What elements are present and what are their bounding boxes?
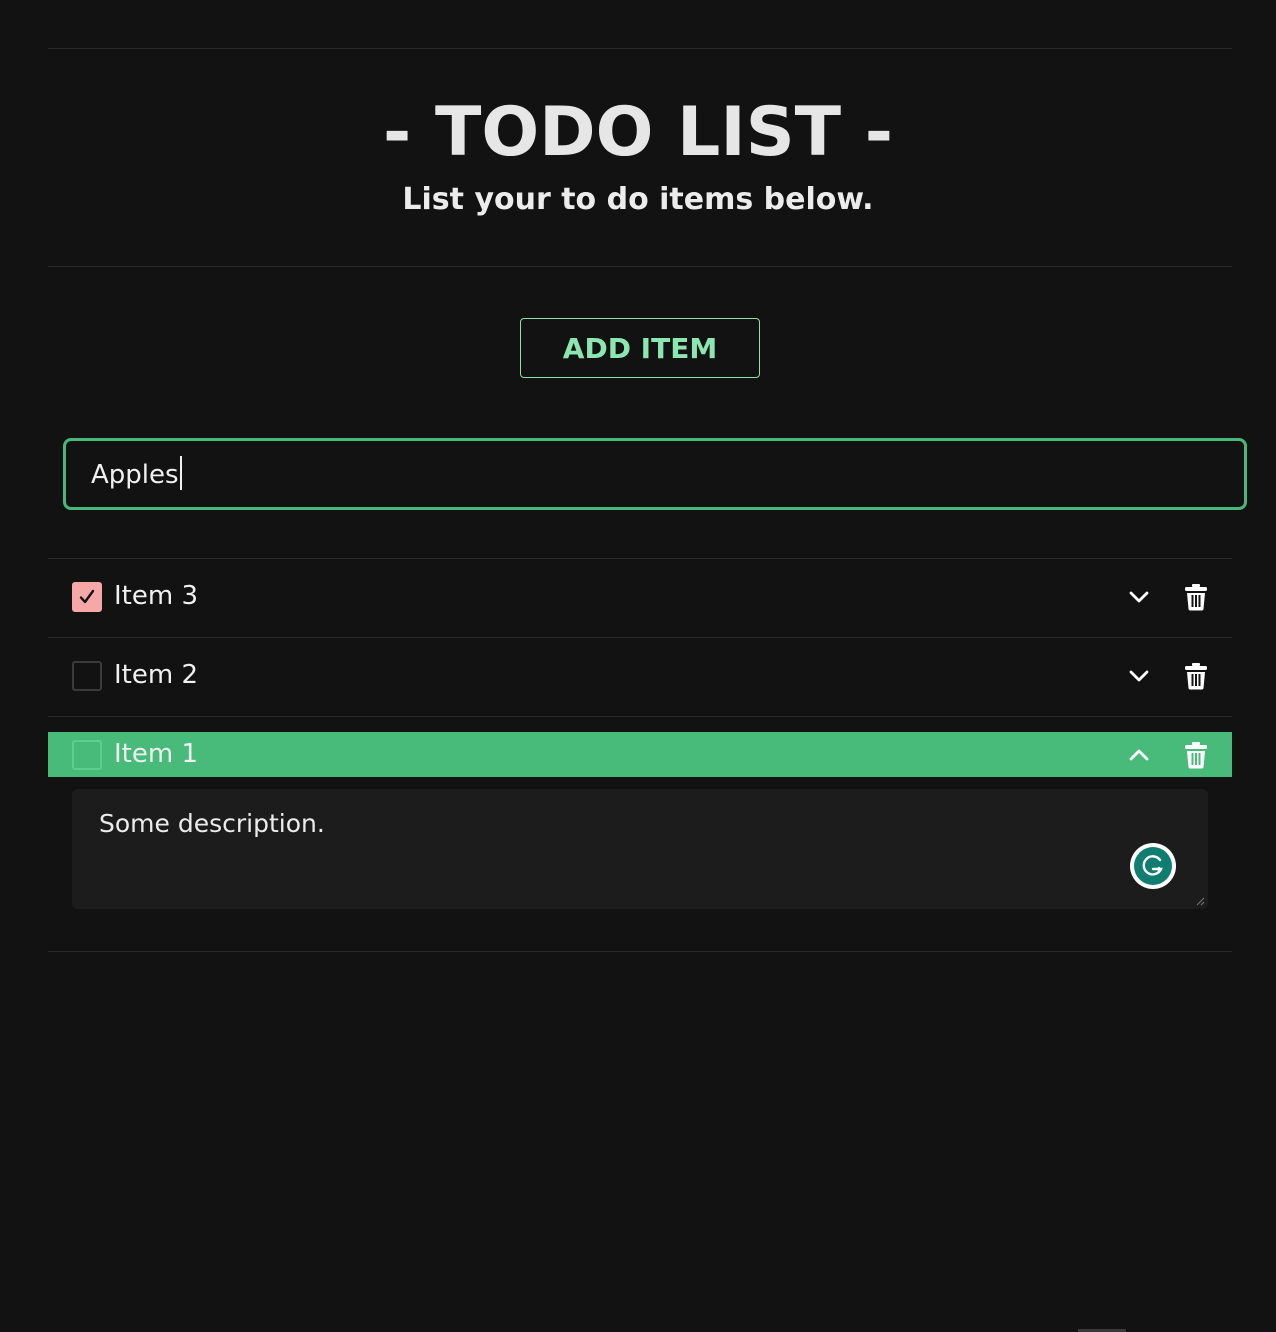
description-textarea[interactable]: Some description. — [72, 789, 1208, 909]
new-item-input-value: Apples — [91, 455, 182, 493]
trash-icon[interactable] — [1184, 583, 1208, 611]
todo-label: Item 1 — [114, 739, 198, 769]
chevron-up-icon[interactable] — [1126, 742, 1152, 768]
todo-checkbox[interactable] — [72, 740, 102, 770]
add-item-button[interactable]: ADD ITEM — [520, 318, 760, 378]
grammarly-icon-inner — [1134, 847, 1172, 885]
trash-icon[interactable] — [1184, 662, 1208, 690]
todo-checkbox[interactable] — [72, 661, 102, 691]
list-bottom-divider — [48, 951, 1232, 952]
chevron-down-icon[interactable] — [1126, 584, 1152, 610]
page-subtitle: List your to do items below. — [402, 182, 874, 217]
description-text: Some description. — [99, 809, 325, 838]
grammarly-g-glyph — [1142, 855, 1163, 876]
todo-label: Item 2 — [114, 660, 198, 690]
resize-handle-icon[interactable] — [1195, 896, 1205, 906]
header-divider — [48, 266, 1232, 267]
todo-item: Item 3 — [48, 574, 1232, 620]
todo-app: - TODO LIST - List your to do items belo… — [0, 0, 1276, 1332]
todo-item: Item 2 — [48, 653, 1232, 699]
list-divider — [48, 637, 1232, 638]
page-title: - TODO LIST - — [383, 93, 893, 172]
todo-checkbox-checked[interactable] — [72, 582, 102, 612]
text-caret — [179, 455, 182, 490]
todo-item-expanded: Item 1 — [48, 732, 1232, 777]
list-top-divider — [48, 558, 1232, 559]
grammarly-icon[interactable] — [1130, 843, 1176, 889]
chevron-down-icon[interactable] — [1126, 663, 1152, 689]
todo-label: Item 3 — [114, 581, 198, 611]
list-divider — [48, 716, 1232, 717]
top-divider — [48, 48, 1232, 49]
trash-icon[interactable] — [1184, 741, 1208, 769]
new-item-input[interactable]: Apples — [63, 438, 1247, 510]
check-icon — [79, 589, 95, 604]
